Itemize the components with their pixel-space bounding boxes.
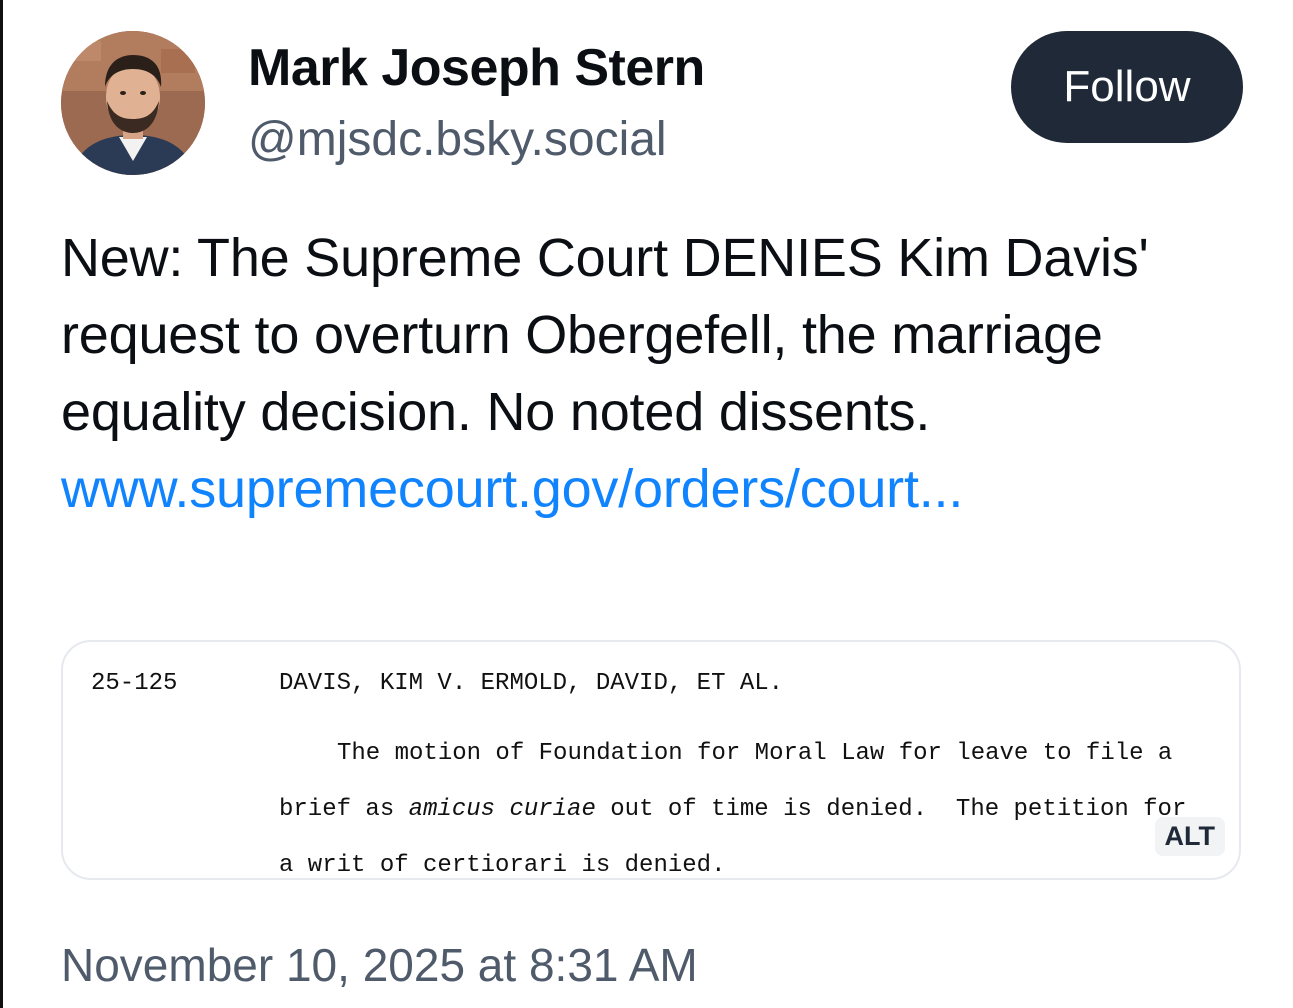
order-line-2-italic: amicus curiae xyxy=(408,796,596,823)
docket-number: 25-125 xyxy=(91,670,178,697)
order-line-2: brief as amicus curiae out of time is de… xyxy=(279,782,1209,838)
embedded-image[interactable]: 25-125 DAVIS, KIM V. ERMOLD, DAVID, ET A… xyxy=(61,640,1241,880)
avatar[interactable] xyxy=(61,31,205,175)
order-line-2-pre: brief as xyxy=(279,796,409,823)
post-link[interactable]: www.supremecourt.gov/orders/court... xyxy=(61,459,963,519)
alt-badge[interactable]: ALT xyxy=(1154,817,1225,856)
author-handle[interactable]: @mjsdc.bsky.social xyxy=(248,112,667,167)
author-display-name[interactable]: Mark Joseph Stern xyxy=(248,38,705,98)
case-title: DAVIS, KIM V. ERMOLD, DAVID, ET AL. xyxy=(279,670,784,697)
profile-photo-icon xyxy=(61,31,205,175)
order-line-3: a writ of certiorari is denied. xyxy=(279,852,726,879)
order-line-2-post: out of time is denied. The petition for xyxy=(595,796,1187,823)
order-line-1: The motion of Foundation for Moral Law f… xyxy=(337,740,1173,767)
order-text: The motion of Foundation for Moral Law f… xyxy=(279,726,1209,879)
post-body-text: New: The Supreme Court DENIES Kim Davis'… xyxy=(61,228,1149,442)
follow-button[interactable]: Follow xyxy=(1011,31,1243,143)
post-timestamp[interactable]: November 10, 2025 at 8:31 AM xyxy=(61,938,698,992)
post-view: Mark Joseph Stern @mjsdc.bsky.social Fol… xyxy=(0,0,1293,1008)
post-text: New: The Supreme Court DENIES Kim Davis'… xyxy=(61,220,1241,528)
